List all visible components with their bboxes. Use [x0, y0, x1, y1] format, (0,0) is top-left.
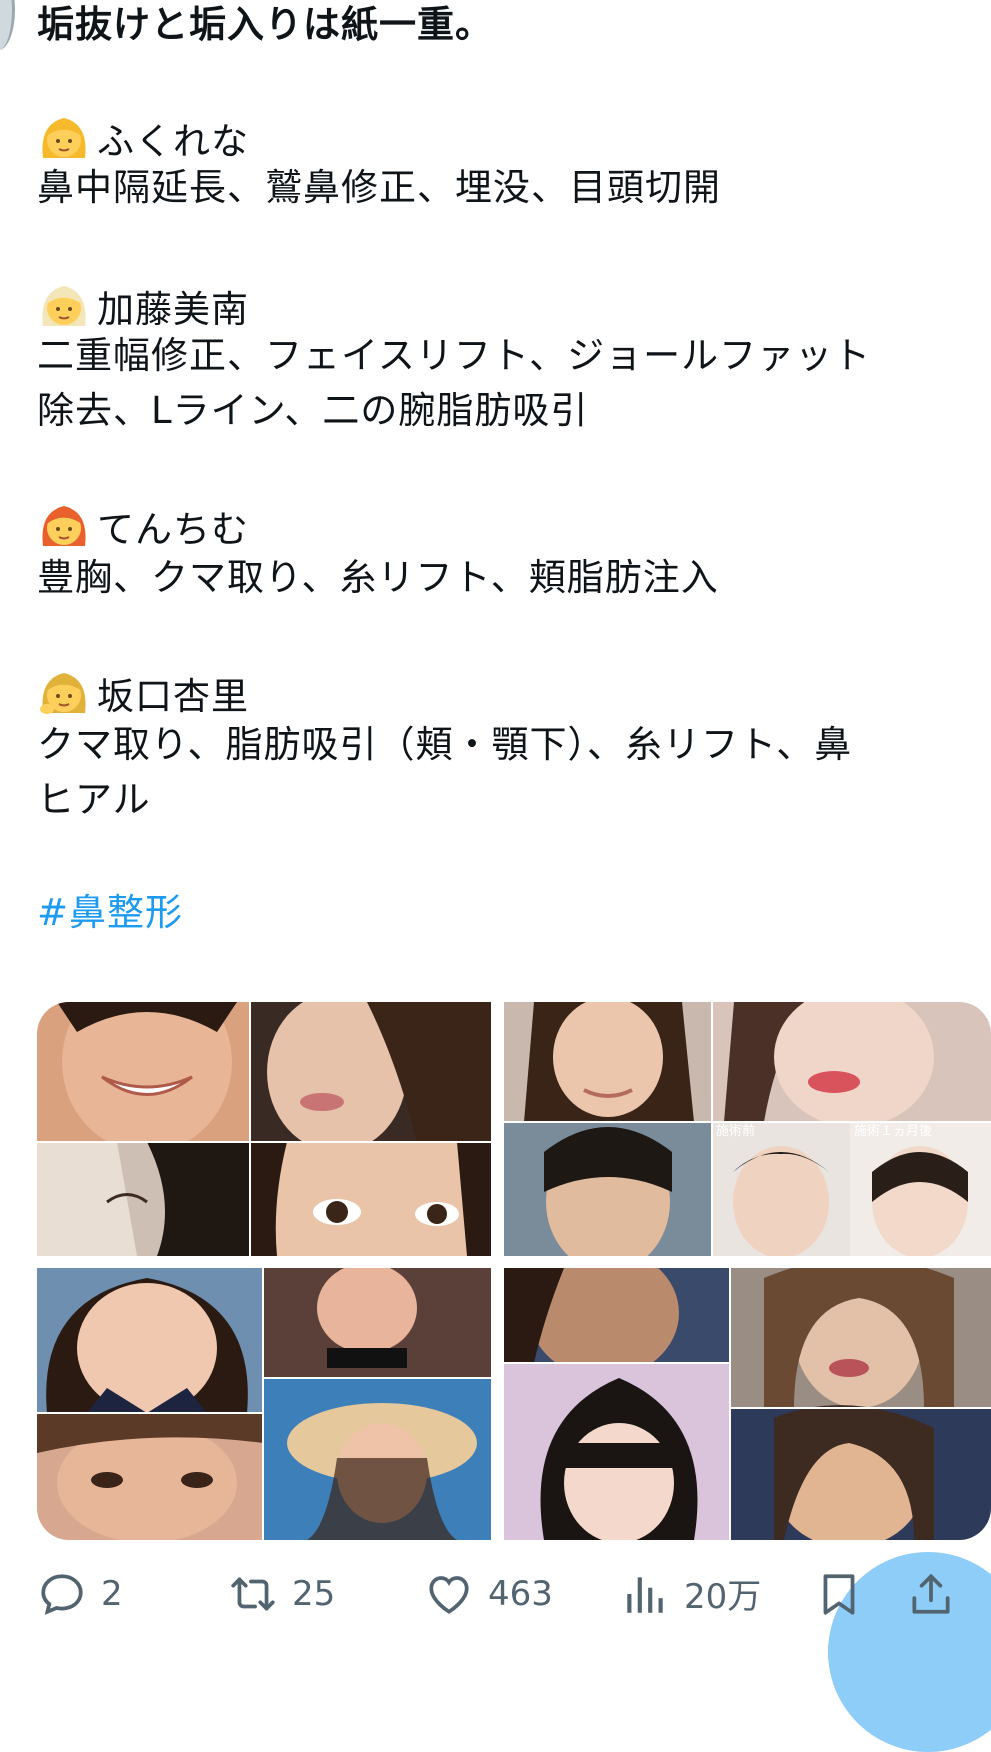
section-name: 坂口杏里: [97, 675, 249, 718]
share-button[interactable]: [906, 1560, 956, 1627]
section-name: てんちむ: [97, 508, 249, 551]
tweet-headline: 垢抜けと垢入りは紙一重。: [37, 3, 493, 46]
section-name-4: 坂口杏里: [37, 665, 249, 722]
media-image-3[interactable]: [37, 1268, 491, 1540]
bar-chart-icon: [627, 1576, 663, 1613]
hashtag-link[interactable]: #鼻整形: [37, 888, 183, 938]
section-detail: ヒアル: [37, 778, 151, 821]
heart-icon: [429, 1575, 469, 1614]
section-detail: 除去、Lライン、二の腕脂肪吸引: [37, 389, 589, 432]
woman-emoji-icon: [42, 118, 86, 158]
like-count: 463: [488, 1573, 553, 1614]
retweet-count: 25: [292, 1573, 336, 1614]
view-count: 20万: [684, 1577, 762, 1617]
share-icon: [912, 1573, 950, 1614]
section-detail: 豊胸、クマ取り、糸リフト、頬脂肪注入: [37, 556, 719, 599]
media-grid: 施術前 施術１ヵ月後: [37, 1002, 991, 1540]
section-detail: 鼻中隔延長、鷲鼻修正、埋没、目頭切開: [37, 166, 721, 209]
bookmark-button[interactable]: [814, 1560, 864, 1627]
before-caption: 施術前: [716, 1123, 755, 1139]
tweet-actions: 2 25 463 20万: [0, 1560, 991, 1627]
speech-bubble-icon: [41, 1573, 83, 1615]
media-image-4[interactable]: [504, 1268, 991, 1540]
woman-tipping-hand-emoji-icon: [40, 673, 86, 714]
avatar[interactable]: [0, 0, 15, 50]
media-image-1[interactable]: [37, 1002, 491, 1256]
after-caption: 施術１ヵ月後: [854, 1124, 932, 1139]
like-button[interactable]: 463: [424, 1560, 553, 1627]
reply-count: 2: [101, 1573, 123, 1614]
section-name-1: ふくれな: [37, 110, 249, 167]
views-button[interactable]: 20万: [620, 1560, 761, 1627]
section-name: 加藤美南: [97, 288, 249, 331]
section-detail: クマ取り、脂肪吸引（頬・顎下）、糸リフト、鼻: [37, 723, 853, 766]
blonde-woman-emoji-icon: [42, 286, 86, 326]
section-detail: 二重幅修正、フェイスリフト、ジョールファット: [37, 334, 872, 377]
media-image-2[interactable]: 施術前 施術１ヵ月後: [504, 1002, 991, 1256]
retweet-button[interactable]: 25: [228, 1560, 335, 1627]
section-name-2: 加藤美南: [37, 278, 249, 335]
section-name: ふくれな: [97, 120, 249, 163]
bookmark-icon: [823, 1573, 855, 1615]
red-haired-woman-emoji-icon: [42, 506, 86, 546]
section-name-3: てんちむ: [37, 498, 249, 555]
retweet-icon: [231, 1577, 275, 1610]
reply-button[interactable]: 2: [37, 1560, 123, 1627]
